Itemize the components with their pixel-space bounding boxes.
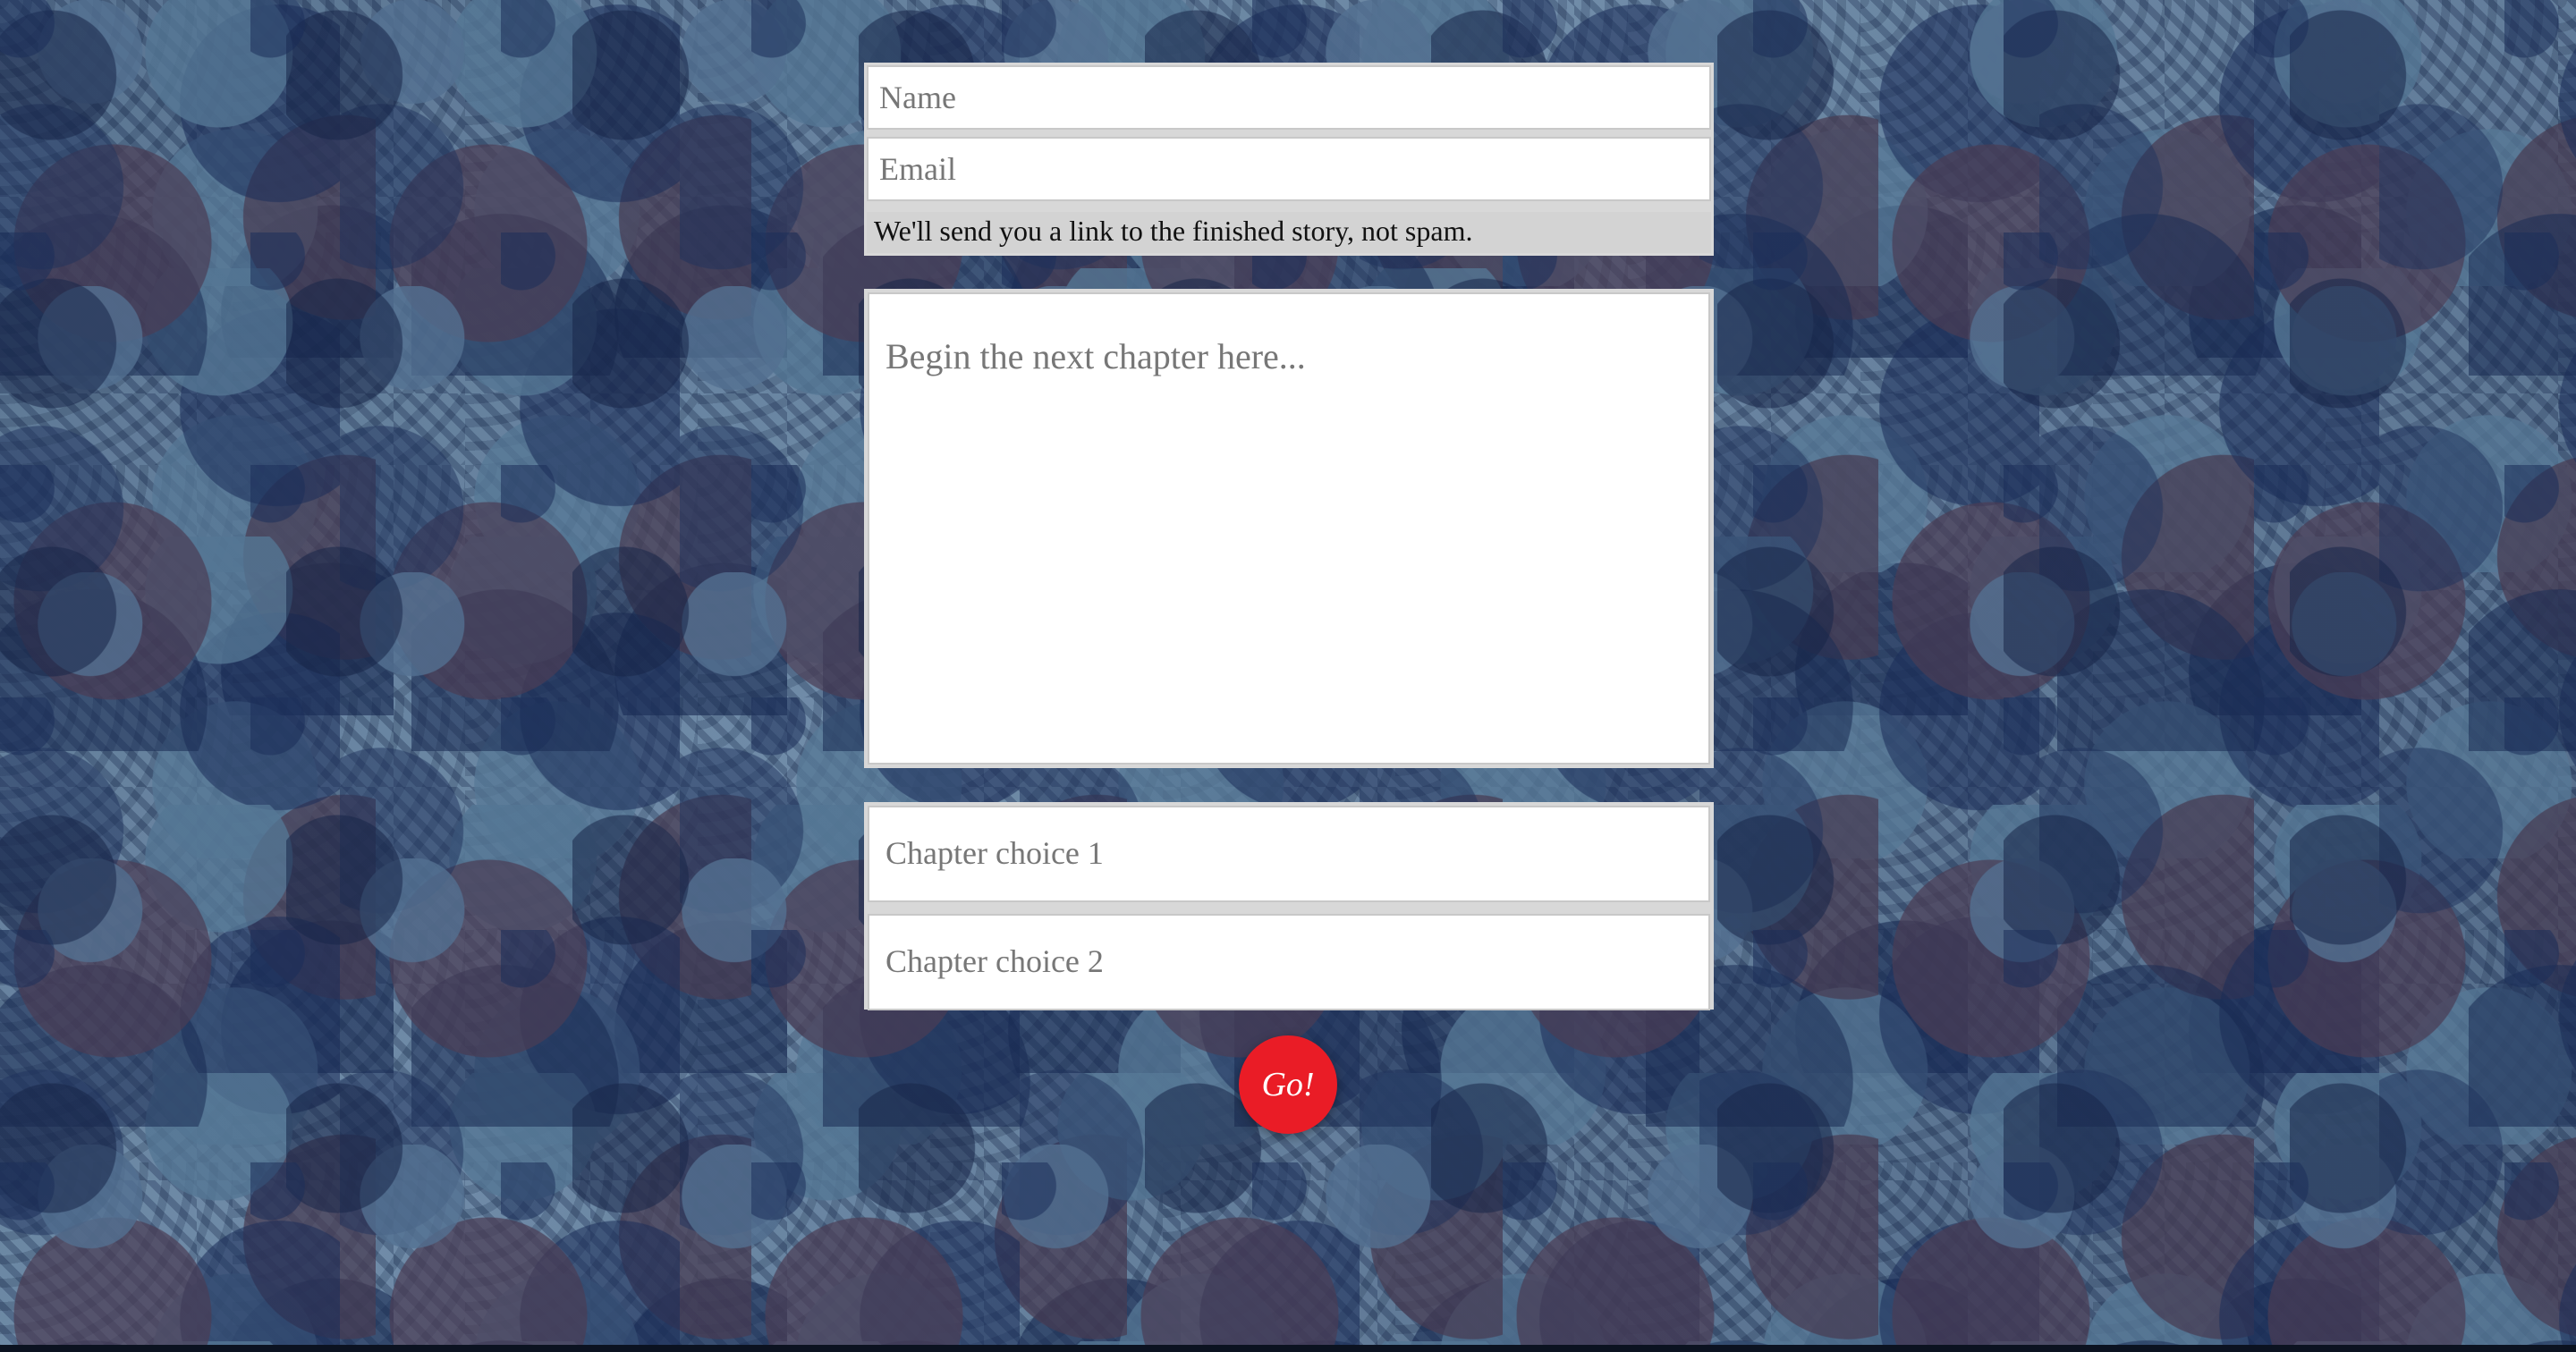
chapter-choices-group <box>864 802 1714 1010</box>
email-helper-text: We'll send you a link to the finished st… <box>867 212 1711 253</box>
go-button[interactable]: Go! <box>1239 1035 1337 1134</box>
story-text-container <box>864 289 1714 768</box>
name-input[interactable] <box>867 65 1711 130</box>
email-input[interactable] <box>867 137 1711 201</box>
contact-fields-group: We'll send you a link to the finished st… <box>864 63 1714 256</box>
chapter-choice-2-textarea[interactable] <box>868 914 1710 1010</box>
next-chapter-textarea[interactable] <box>868 292 1710 765</box>
story-form: We'll send you a link to the finished st… <box>864 63 1714 1010</box>
chapter-choice-1-textarea[interactable] <box>868 806 1710 902</box>
page-background: { "form": { "name_placeholder": "Name", … <box>0 0 2576 1352</box>
bottom-edge-strip <box>0 1345 2576 1352</box>
